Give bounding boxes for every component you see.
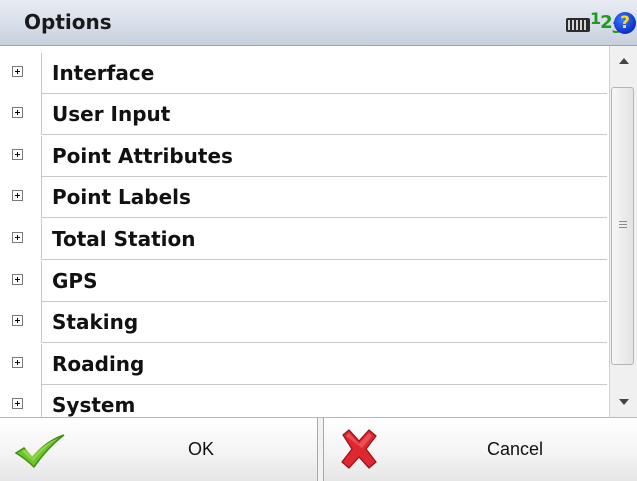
expand-icon[interactable] (12, 190, 23, 201)
ok-button[interactable]: OK (0, 418, 318, 481)
tree-item-label: Point Attributes (52, 144, 233, 168)
button-bar: OK Cancel (0, 417, 637, 481)
tree-item-point-attributes[interactable]: Point Attributes (8, 136, 607, 177)
tree-divider (41, 53, 42, 94)
row-separator (41, 217, 607, 218)
tree-item-point-labels[interactable]: Point Labels (8, 177, 607, 218)
numeric-digit-2: 2 (600, 12, 612, 33)
expand-icon[interactable] (12, 357, 23, 368)
row-separator (41, 134, 607, 135)
tree-divider (41, 302, 42, 343)
tree-item-staking[interactable]: Staking (8, 302, 607, 343)
tree-item-label: Interface (52, 61, 155, 85)
title-bar: Options 123 ? (0, 0, 637, 46)
expand-icon[interactable] (12, 398, 23, 409)
tree-item-label: Staking (52, 310, 139, 334)
expand-icon[interactable] (12, 66, 23, 77)
tree-item-label: System (52, 393, 136, 417)
tree-item-label: Total Station (52, 227, 196, 251)
vertical-scrollbar[interactable] (609, 46, 637, 417)
scroll-up-arrow-icon[interactable] (610, 46, 637, 74)
tree-item-interface[interactable]: Interface (8, 53, 607, 94)
expand-icon[interactable] (12, 232, 23, 243)
window-title: Options (24, 10, 112, 34)
tree-item-roading[interactable]: Roading (8, 344, 607, 385)
options-tree: Interface User Input Point Attributes Po… (0, 46, 609, 417)
checkmark-icon (14, 434, 65, 469)
cancel-button[interactable]: Cancel (323, 418, 637, 481)
scroll-down-arrow-icon[interactable] (610, 389, 637, 417)
tree-divider (41, 94, 42, 135)
tree-item-label: Point Labels (52, 185, 191, 209)
expand-icon[interactable] (12, 149, 23, 160)
expand-icon[interactable] (12, 107, 23, 118)
cross-icon (341, 429, 377, 469)
tree-divider (41, 177, 42, 218)
tree-item-label: GPS (52, 269, 98, 293)
numeric-digit-1: 1 (590, 9, 601, 28)
tree-item-total-station[interactable]: Total Station (8, 219, 607, 260)
tree-item-label: Roading (52, 352, 145, 376)
grip-icon (619, 221, 627, 229)
expand-icon[interactable] (12, 274, 23, 285)
expand-icon[interactable] (12, 315, 23, 326)
keyboard-icon[interactable] (566, 18, 590, 32)
cancel-label: Cancel (487, 439, 544, 459)
tree-item-user-input[interactable]: User Input (8, 94, 607, 135)
row-separator (41, 342, 607, 343)
help-icon[interactable]: ? (614, 12, 636, 34)
tree-divider (41, 344, 42, 385)
tree-item-system[interactable]: System (8, 385, 607, 417)
tree-divider (41, 136, 42, 177)
ok-label: OK (188, 439, 215, 459)
scrollbar-thumb[interactable] (611, 87, 634, 365)
tree-divider (41, 385, 42, 417)
tree-divider (41, 261, 42, 302)
tree-divider (41, 219, 42, 260)
row-separator (41, 259, 607, 260)
tree-item-label: User Input (52, 102, 171, 126)
tree-item-gps[interactable]: GPS (8, 261, 607, 302)
